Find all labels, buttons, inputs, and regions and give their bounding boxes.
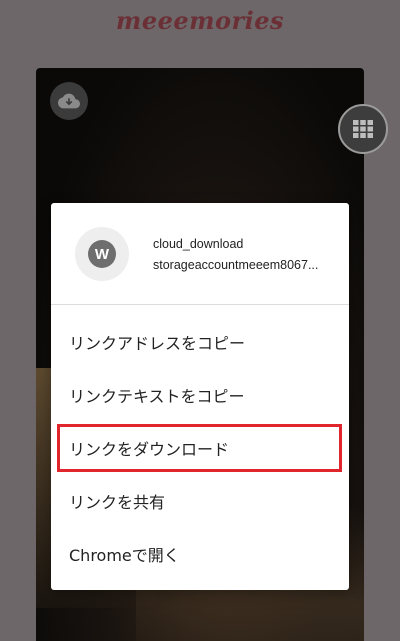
- link-title: cloud_download: [153, 237, 244, 251]
- cloud-download-icon[interactable]: [50, 82, 88, 120]
- grid-view-icon[interactable]: [338, 104, 388, 154]
- link-url: storageaccountmeeem8067...: [153, 258, 319, 272]
- menu-item-label: リンクをダウンロード: [69, 440, 230, 459]
- menu-item-share-link[interactable]: リンクを共有: [51, 475, 349, 527]
- menu-item-download-link[interactable]: リンクをダウンロード: [51, 422, 349, 474]
- favicon-letter: W: [88, 240, 116, 268]
- menu-item-label: Chromeで開く: [69, 546, 180, 565]
- favicon-circle: W: [75, 227, 129, 281]
- menu-item-label: リンクアドレスをコピー: [69, 334, 246, 353]
- menu-item-copy-link-address[interactable]: リンクアドレスをコピー: [51, 316, 349, 368]
- menu-item-label: リンクテキストをコピー: [69, 387, 245, 406]
- menu-item-open-in-chrome[interactable]: Chromeで開く: [51, 528, 349, 580]
- menu-item-copy-link-text[interactable]: リンクテキストをコピー: [51, 369, 349, 421]
- link-context-menu: W cloud_download storageaccountmeeem8067…: [51, 203, 349, 590]
- menu-item-label: リンクを共有: [69, 493, 166, 512]
- app-brand-title: meeemories: [115, 6, 285, 35]
- menu-header: W cloud_download storageaccountmeeem8067…: [51, 203, 349, 305]
